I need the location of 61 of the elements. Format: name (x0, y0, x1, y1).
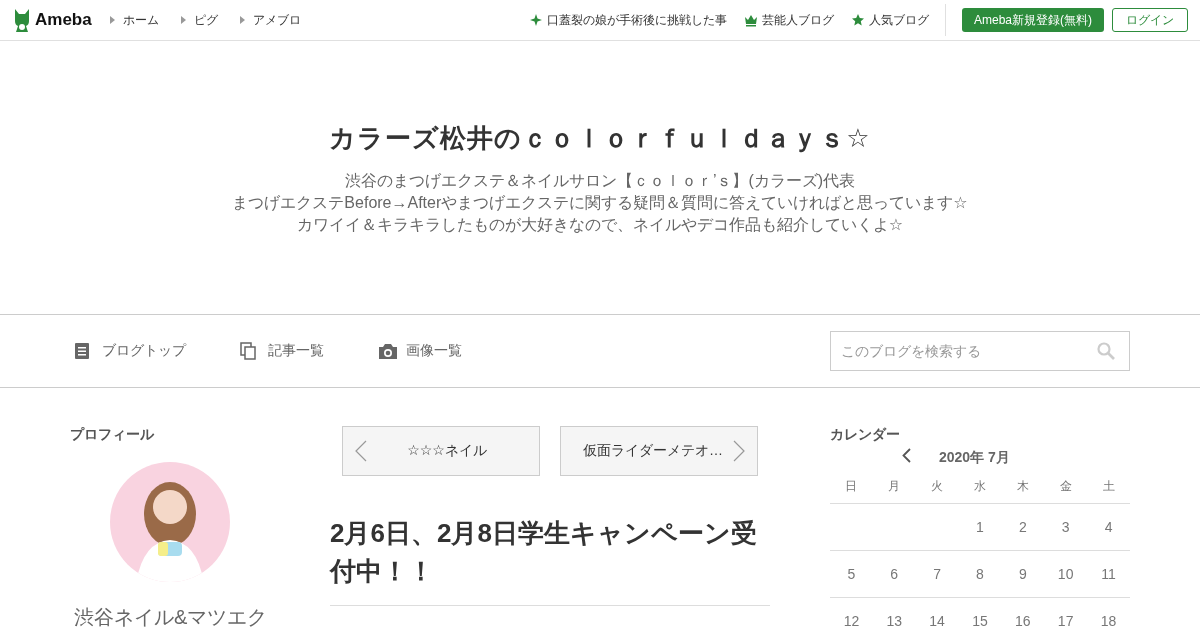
blog-title: カラーズ松井のｃｏｌｏｒｆｕｌｄａｙｓ☆ (329, 122, 871, 155)
calendar-day[interactable]: 4 (1087, 503, 1130, 551)
calendar-day[interactable]: 5 (830, 550, 873, 598)
mascot-icon (12, 7, 32, 33)
calendar-day[interactable]: 3 (1044, 503, 1088, 551)
sparkle-icon (530, 13, 542, 27)
calendar-day[interactable]: 6 (872, 550, 916, 598)
next-post-link[interactable]: 仮面ライダーメテオ… (560, 426, 758, 476)
search-field[interactable]: このブログを検索する (830, 331, 1130, 371)
calendar-day[interactable]: 7 (915, 550, 959, 598)
profile-name: 渋谷ネイル&マツエク (74, 605, 268, 630)
calendar-day[interactable]: 10 (1044, 550, 1088, 598)
calendar-day[interactable]: 1 (958, 503, 1002, 551)
weekday-label: 火 (915, 469, 959, 504)
triangle-icon (109, 16, 115, 24)
blog-description: まつげエクステBefore→Afterやまつげエクステに関する疑問＆質問に答えていければと思っています☆ (232, 193, 968, 213)
previous-post-link[interactable]: ☆☆☆ネイル (342, 426, 540, 476)
blog-nav-link[interactable]: ブログトップ (74, 342, 186, 360)
triangle-icon (239, 16, 245, 24)
calendar-day[interactable]: 9 (1001, 550, 1045, 598)
calendar-day[interactable]: 16 (1001, 597, 1045, 630)
blog-nav-link[interactable]: 記事一覧 (240, 342, 324, 360)
login-button[interactable]: ログイン (1112, 8, 1188, 32)
calendar-month: 2020年 7月 (939, 448, 1010, 467)
calendar-day[interactable]: 14 (915, 597, 959, 630)
chevron-right-icon (733, 440, 745, 462)
feature-link[interactable]: 口蓋裂の娘が手術後に挑戦した事 (530, 11, 727, 29)
camera-icon (378, 342, 398, 360)
logo-link[interactable]: Ameba (12, 7, 92, 33)
crown-icon (745, 13, 757, 27)
nav-link[interactable]: アメブロ (239, 11, 301, 29)
register-button[interactable]: Ameba新規登録(無料) (962, 8, 1104, 32)
weekday-label: 水 (958, 469, 1002, 504)
nav-link[interactable]: ホーム (109, 11, 159, 29)
calendar-day[interactable]: 15 (958, 597, 1002, 630)
star-icon (852, 13, 864, 27)
weekday-label: 日 (830, 469, 873, 504)
triangle-icon (180, 16, 186, 24)
blog-nav-link[interactable]: 画像一覧 (378, 342, 462, 360)
chevron-left-icon (355, 440, 367, 462)
calendar-day[interactable]: 2 (1001, 503, 1045, 551)
section-heading: カレンダー (830, 426, 901, 444)
section-heading: プロフィール (70, 426, 154, 444)
feature-link[interactable]: 人気ブログ (852, 11, 929, 29)
calendar-day[interactable]: 12 (830, 597, 873, 630)
weekday-label: 金 (1044, 469, 1088, 504)
calendar-day[interactable]: 18 (1087, 597, 1130, 630)
calendar-day[interactable]: 8 (958, 550, 1002, 598)
calendar-day[interactable]: 13 (872, 597, 916, 630)
search-icon (1097, 342, 1115, 360)
calendar-day[interactable]: 11 (1087, 550, 1130, 598)
weekday-label: 木 (1001, 469, 1045, 504)
feature-link[interactable]: 芸能人ブログ (745, 11, 834, 29)
chevron-left-icon (902, 448, 911, 463)
calendar-day[interactable]: 17 (1044, 597, 1088, 630)
article-title: 2月6日、2月8日学生キャンペーン受付中！！ (330, 517, 758, 588)
weekday-label: 土 (1087, 469, 1130, 504)
blog-description: 渋谷のまつげエクステ＆ネイルサロン【ｃｏｌｏｒ’ｓ】(カラーズ)代表 (344, 171, 856, 191)
blog-description: カワイイ＆キラキラしたものが大好きなので、ネイルやデコ作品も紹介していくよ☆ (296, 215, 904, 235)
nav-link[interactable]: ピグ (180, 11, 218, 29)
weekday-label: 月 (872, 469, 916, 504)
